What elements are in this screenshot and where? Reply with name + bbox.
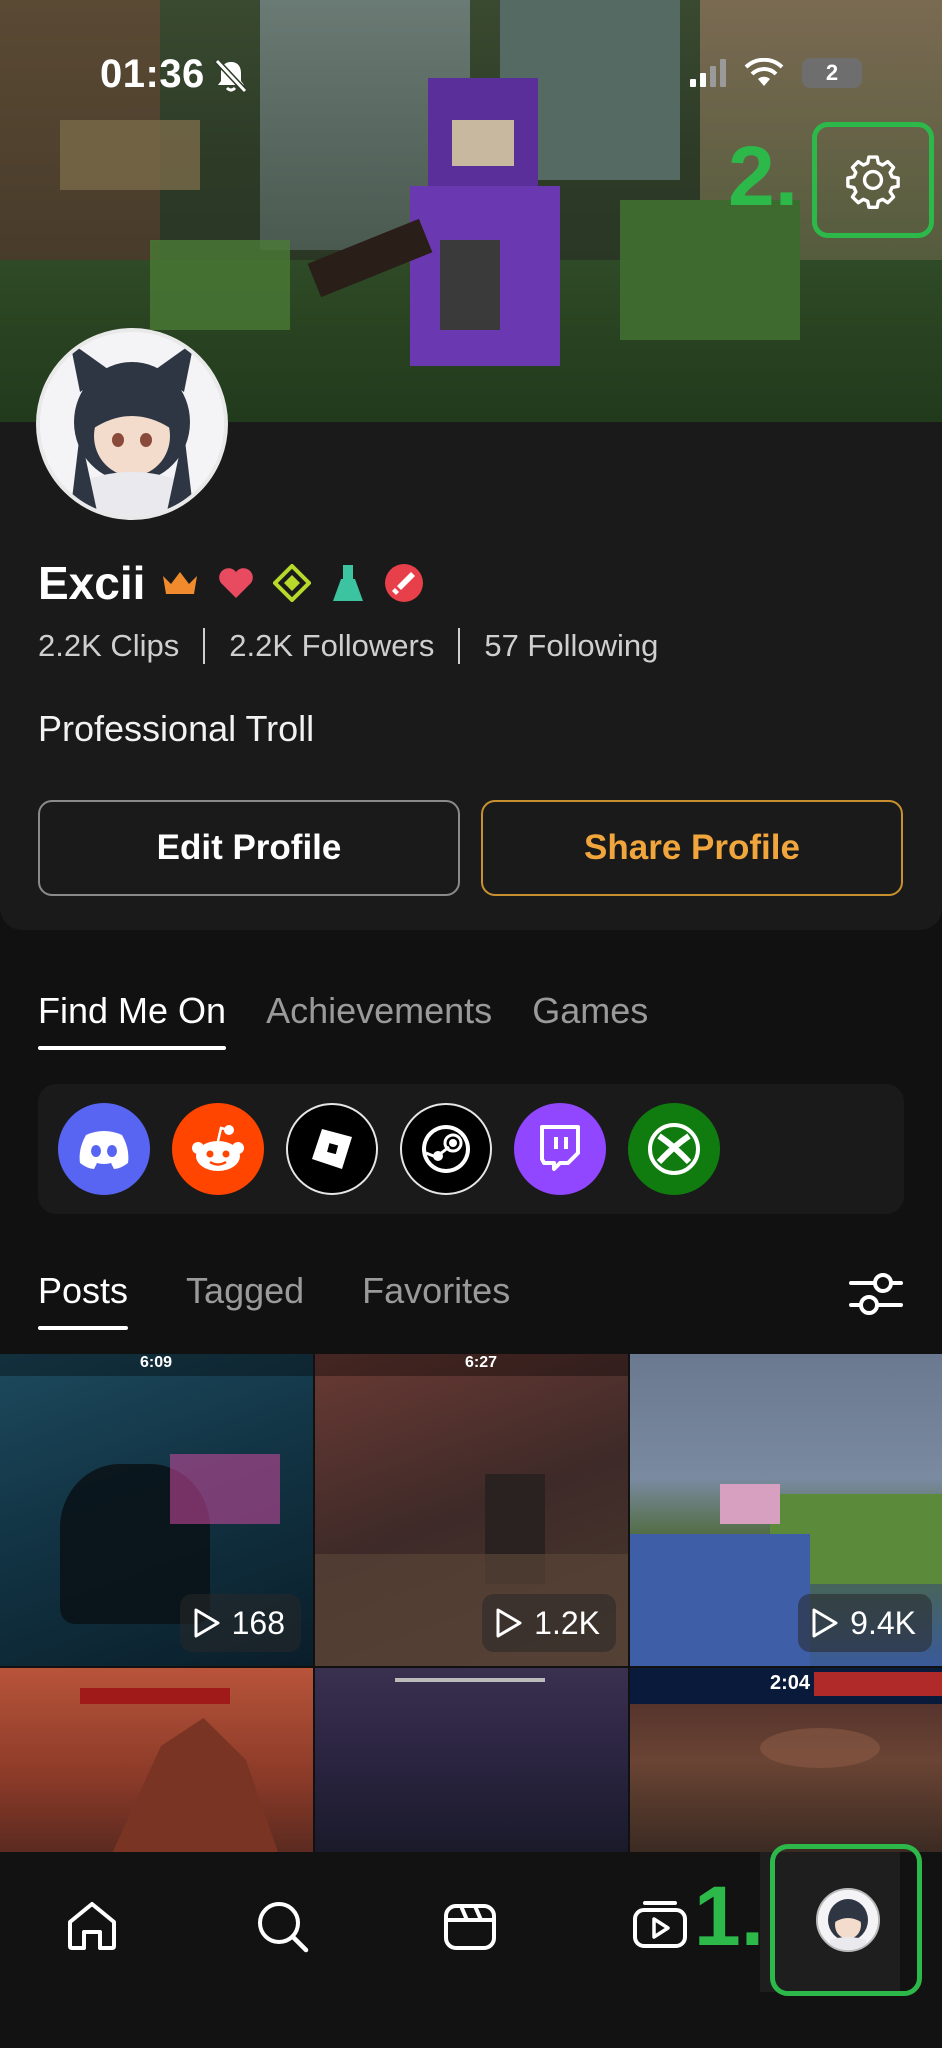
post-thumbnail[interactable]: 2:04 — [630, 1668, 942, 1854]
nav-home[interactable] — [52, 1886, 132, 1966]
view-count: 168 — [179, 1594, 301, 1652]
post-thumbnail[interactable] — [315, 1668, 628, 1854]
search-icon — [258, 1902, 309, 1953]
diamond-badge-icon — [271, 562, 313, 604]
sliders-icon — [849, 1273, 903, 1315]
play-icon — [496, 1608, 522, 1638]
social-links — [38, 1084, 904, 1214]
tab-favorites[interactable]: Favorites — [362, 1270, 510, 1330]
profile-bio: Professional Troll — [38, 708, 315, 749]
twitch-icon[interactable] — [514, 1103, 606, 1195]
video-icon — [633, 1901, 687, 1948]
profile-avatar[interactable] — [36, 328, 228, 520]
stats-divider — [458, 628, 461, 664]
nav-clips[interactable] — [430, 1886, 510, 1966]
view-count-value: 168 — [231, 1604, 285, 1641]
signal-icon — [690, 59, 726, 87]
round-timer: 6:27 — [465, 1354, 498, 1371]
round-timer: 6:09 — [140, 1354, 173, 1371]
wifi-icon — [744, 58, 784, 86]
discord-icon[interactable] — [58, 1103, 150, 1195]
play-icon — [194, 1608, 220, 1638]
settings-callout-label: 2. — [728, 129, 799, 223]
tab-tagged[interactable]: Tagged — [186, 1270, 304, 1330]
steam-icon[interactable] — [400, 1103, 492, 1195]
status-time: 01:36 — [100, 52, 205, 96]
roblox-icon[interactable] — [286, 1103, 378, 1195]
post-thumbnail[interactable] — [0, 1668, 313, 1854]
tab-find-me-on[interactable]: Find Me On — [38, 990, 227, 1050]
profile-section-tabs: Find Me On Achievements Games — [38, 990, 648, 1050]
post-thumbnail[interactable]: 6:09 168 — [0, 1354, 313, 1666]
edit-profile-button[interactable]: Edit Profile — [38, 800, 460, 896]
share-profile-button[interactable]: Share Profile — [481, 800, 903, 896]
round-timer: 2:04 — [770, 1672, 811, 1694]
gear-icon — [846, 155, 900, 209]
bell-muted-icon — [214, 58, 248, 94]
xbox-icon[interactable] — [628, 1103, 720, 1195]
home-icon — [68, 1902, 116, 1950]
tab-achievements[interactable]: Achievements — [266, 990, 492, 1050]
play-icon — [812, 1608, 838, 1638]
flask-badge-icon — [327, 562, 369, 604]
profile-tab-callout-label: 1. — [694, 1869, 765, 1963]
name-row: Excii — [38, 556, 425, 610]
view-count: 1.2K — [482, 1594, 616, 1652]
heart-badge-icon — [215, 562, 257, 604]
crown-badge-icon — [159, 562, 201, 604]
sword-badge-icon — [383, 562, 425, 604]
profile-stats: 2.2K Clips 2.2K Followers 57 Following — [38, 628, 658, 664]
filter-button[interactable] — [848, 1266, 904, 1322]
view-count: 9.4K — [798, 1594, 932, 1652]
following-count[interactable]: 57 Following — [484, 628, 658, 664]
nav-search[interactable] — [242, 1886, 322, 1966]
clips-icon — [444, 1904, 496, 1950]
view-count-value: 1.2K — [534, 1604, 600, 1641]
clips-count[interactable]: 2.2K Clips — [38, 628, 179, 664]
nav-profile-avatar[interactable] — [816, 1888, 880, 1952]
posts-tabs: Posts Tagged Favorites — [38, 1270, 510, 1330]
post-thumbnail[interactable]: 9.4K — [630, 1354, 942, 1666]
stats-divider — [203, 628, 206, 664]
post-thumbnail[interactable]: 6:27 1.2K — [315, 1354, 628, 1666]
profile-name: Excii — [38, 557, 146, 609]
posts-grid: 6:09 168 6:27 1.2K 9.4K 2:04 — [0, 1354, 942, 1854]
nav-videos[interactable] — [620, 1886, 700, 1966]
settings-button[interactable] — [812, 122, 934, 238]
tab-posts[interactable]: Posts — [38, 1270, 129, 1330]
followers-count[interactable]: 2.2K Followers — [229, 628, 434, 664]
view-count-value: 9.4K — [850, 1604, 916, 1641]
reddit-icon[interactable] — [172, 1103, 264, 1195]
battery-indicator: 2 — [802, 58, 862, 88]
tab-games[interactable]: Games — [532, 990, 648, 1050]
